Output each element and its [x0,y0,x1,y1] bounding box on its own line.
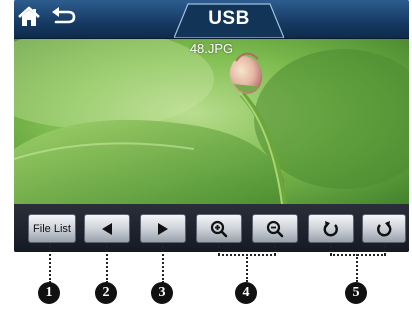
photo-viewer[interactable]: 48.JPG [14,39,409,204]
file-list-button[interactable]: File List [28,214,76,243]
rotate-clockwise-icon [377,220,392,236]
home-icon [18,6,40,26]
file-list-label: File List [33,222,71,235]
triangle-left-icon [102,222,112,235]
callout-line-4c [246,254,248,282]
zoom-out-icon [266,220,284,237]
callout-line-3 [162,243,164,283]
usb-photo-viewer-screen: USB 48.JPG File List [14,0,409,252]
back-arrow-icon [52,7,76,24]
callout-line-5c [356,254,358,282]
zoom-in-button[interactable] [196,214,242,243]
callout-number-2: 2 [95,282,117,304]
flower-photo [14,39,409,204]
rotate-right-button[interactable] [362,214,406,243]
callout-number-5: 5 [345,282,367,304]
file-name: 48.JPG [189,41,234,56]
callout-number-1: 1 [38,282,60,304]
callout-number-4: 4 [235,282,257,304]
callout-number-3: 3 [151,282,173,304]
rotate-left-button[interactable] [308,214,354,243]
previous-button[interactable] [84,214,130,243]
top-bar: USB [14,0,409,39]
home-button[interactable] [16,4,42,30]
zoom-out-button[interactable] [252,214,298,243]
back-button[interactable] [48,4,78,30]
title-tab: USB [174,2,284,38]
callout-line-5-bar [330,254,386,256]
callout-line-2 [106,243,108,283]
next-button[interactable] [140,214,186,243]
triangle-right-icon [158,222,168,235]
page-title: USB [208,8,250,29]
bottom-toolbar: File List [14,204,409,252]
zoom-in-icon [210,220,228,237]
callout-line-1 [49,243,51,283]
rotate-counterclockwise-icon [323,220,338,236]
